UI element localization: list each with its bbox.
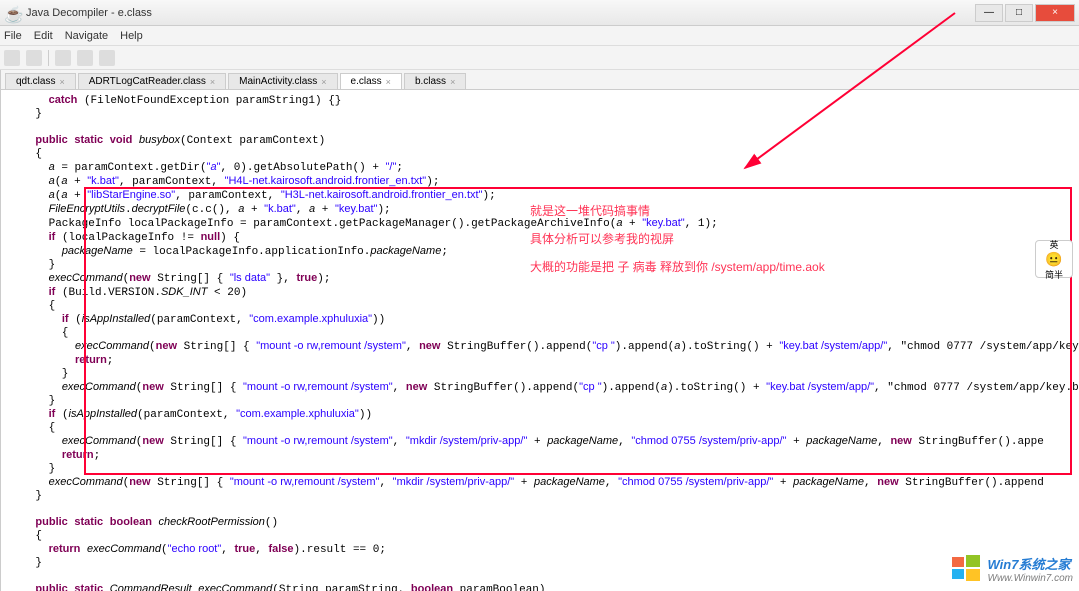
side-widget-label-bot: 简半 [1045, 268, 1063, 281]
close-tab-icon[interactable]: × [59, 77, 64, 87]
editor-tab[interactable]: qdt.class× [5, 73, 76, 89]
watermark-title: Win7系统之家 [988, 554, 1073, 573]
side-widget[interactable]: 英 😐 简半 [1035, 240, 1073, 278]
close-button[interactable]: × [1035, 4, 1075, 22]
menubar: File Edit Navigate Help [0, 26, 1079, 46]
editor-tab[interactable]: b.class× [404, 73, 466, 89]
annotation-text-3: 大概的功能是把 子 病毒 释放到你 /system/app/time.aok [530, 258, 825, 275]
close-tab-icon[interactable]: × [450, 77, 455, 87]
save-icon[interactable] [26, 50, 42, 66]
editor-tab[interactable]: MainActivity.class× [228, 73, 337, 89]
watermark: Win7系统之家 Www.Winwin7.com [950, 553, 1073, 585]
close-tab-icon[interactable]: × [386, 77, 391, 87]
toolbar [0, 46, 1079, 70]
window-title: Java Decompiler - e.class [26, 7, 975, 19]
forward-icon[interactable] [77, 50, 93, 66]
menu-edit[interactable]: Edit [34, 30, 53, 42]
menu-help[interactable]: Help [120, 30, 143, 42]
code-editor[interactable]: catch (FileNotFoundException paramString… [1, 90, 1079, 591]
minimize-button[interactable]: — [975, 4, 1003, 22]
open-icon[interactable] [4, 50, 20, 66]
menu-navigate[interactable]: Navigate [65, 30, 108, 42]
watermark-url: Www.Winwin7.com [988, 573, 1073, 584]
window-titlebar: ☕ Java Decompiler - e.class — □ × [0, 0, 1079, 26]
editor-tabs: qdt.class×ADRTLogCatReader.class×MainAct… [1, 70, 1079, 90]
windows-logo-icon [950, 553, 982, 585]
annotation-text-1: 就是这一堆代码搞事情 [530, 202, 650, 219]
editor-tab[interactable]: e.class× [340, 73, 402, 89]
editor-tab[interactable]: ADRTLogCatReader.class× [78, 73, 226, 89]
app-icon: ☕ [4, 5, 20, 21]
search-icon[interactable] [99, 50, 115, 66]
maximize-button[interactable]: □ [1005, 4, 1033, 22]
close-tab-icon[interactable]: × [210, 77, 215, 87]
back-icon[interactable] [55, 50, 71, 66]
annotation-text-2: 具体分析可以参考我的视屏 [530, 230, 674, 247]
face-icon: 😐 [1045, 251, 1062, 268]
close-tab-icon[interactable]: × [321, 77, 326, 87]
menu-file[interactable]: File [4, 30, 22, 42]
side-widget-label-top: 英 [1049, 238, 1058, 251]
